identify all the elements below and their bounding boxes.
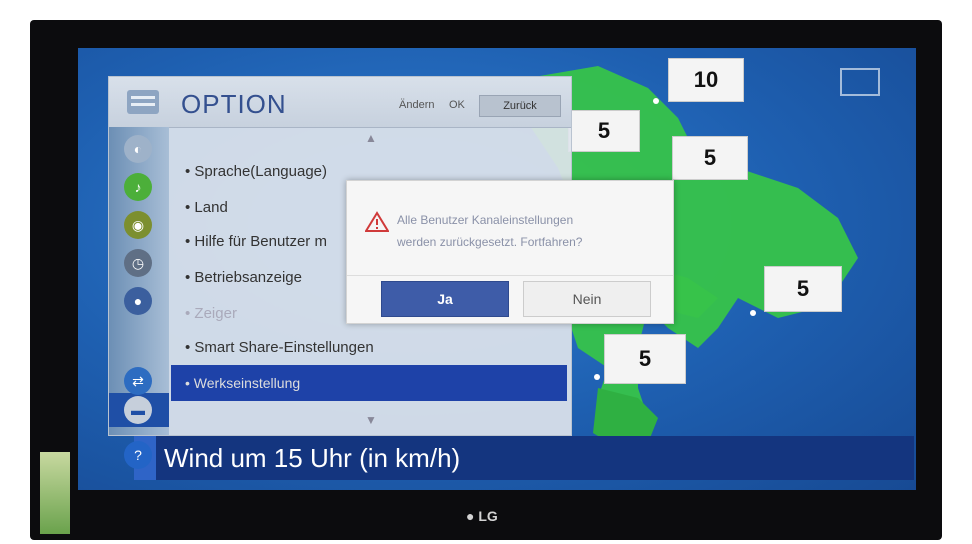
menu-item-accessibility[interactable]: • Hilfe für Benutzer m [185,233,327,250]
no-button[interactable]: Nein [523,281,651,317]
wind-dot [750,310,756,316]
wind-value-box: 10 [668,58,744,102]
wind-value: 5 [597,118,611,143]
sound-icon[interactable]: ♪ [124,173,152,201]
back-button[interactable]: Zurück [479,95,561,117]
option-icon[interactable]: ▬ [124,396,152,424]
yes-button[interactable]: Ja [381,281,509,317]
header-hint-move: Ändern [399,99,435,111]
channel-badge-icon [840,68,880,96]
menu-item-country[interactable]: • Land [185,199,228,216]
menu-item-factory-reset[interactable]: • Werkseinstellung [171,365,567,401]
chevron-up-icon[interactable]: ▲ [365,131,377,145]
wind-value-box: 5 [568,110,640,152]
weather-banner: Wind um 15 Uhr (in km/h) [134,436,914,480]
brand-text: LG [478,508,498,524]
dialog-message-line2: werden zurückgesetzt. Fortfahren? [397,235,583,249]
confirm-dialog: Alle Benutzer Kanaleinstellungen werden … [346,180,674,324]
picture-icon[interactable]: ◐ [124,135,152,163]
page-title: OPTION [181,89,287,119]
brand-logo: ● LG [466,508,498,524]
wind-value-box: 5 [764,266,842,312]
wind-value: 5 [796,276,810,301]
support-icon[interactable]: ? [124,441,152,469]
wind-value-box: 5 [672,136,748,180]
settings-menu-icon [127,90,159,114]
network-icon[interactable]: ⇄ [124,367,152,395]
dialog-divider [347,275,673,276]
wind-value: 5 [703,145,717,170]
header-hint-ok: OK [449,99,465,111]
side-photo-edge [40,452,70,534]
menu-item-pointer: • Zeiger [185,305,237,322]
wind-value: 5 [638,346,652,371]
category-sidebar: ◐ ♪ ◉ ◷ ● ▬ ⇄ ? [109,127,169,469]
menu-item-smart-share[interactable]: • Smart Share-Einstellungen [185,339,374,356]
lock-icon[interactable]: ● [124,287,152,315]
chevron-down-icon[interactable]: ▼ [365,413,377,427]
tv-screen: 10 5 5 5 5 Wind um 15 Uhr (in km/h) OPTI… [78,48,916,490]
dialog-message-line1: Alle Benutzer Kanaleinstellungen [397,213,574,227]
menu-item-operating-indicator[interactable]: • Betriebsanzeige [185,269,302,286]
option-header: OPTION Ändern OK Zurück [109,77,571,128]
menu-item-language[interactable]: • Sprache(Language) [185,163,327,180]
channel-icon[interactable]: ◉ [124,211,152,239]
wind-value: 10 [693,67,719,92]
time-icon[interactable]: ◷ [124,249,152,277]
wind-dot [653,98,659,104]
wind-dot [594,374,600,380]
dialog-message: Alle Benutzer Kanaleinstellungen werden … [397,209,657,253]
wind-value-box: 5 [604,334,686,384]
banner-text: Wind um 15 Uhr (in km/h) [164,442,461,473]
warning-triangle-icon [365,211,389,232]
